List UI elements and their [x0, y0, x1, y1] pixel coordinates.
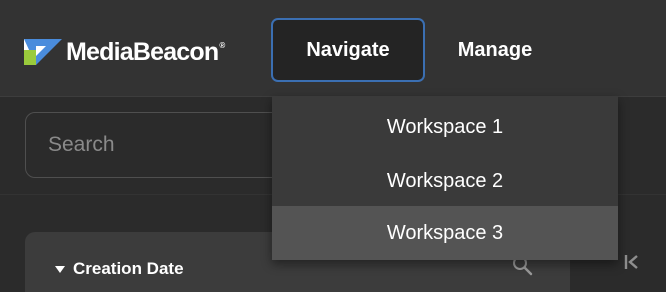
menu-item-workspace-3[interactable]: Workspace 3 [272, 206, 618, 260]
manage-button[interactable]: Manage [428, 18, 562, 82]
logo-text: MediaBeacon® [66, 37, 225, 66]
chevron-down-icon[interactable] [55, 265, 65, 273]
logo-mark-icon [24, 39, 62, 65]
mediabeacon-logo[interactable]: MediaBeacon® [24, 36, 225, 68]
facet-header[interactable]: Creation Date [55, 259, 184, 279]
registered-mark: ® [219, 40, 225, 50]
menu-item-workspace-1[interactable]: Workspace 1 [272, 100, 618, 154]
navigate-button[interactable]: Navigate [271, 18, 425, 82]
collapse-left-icon[interactable] [620, 248, 644, 276]
facet-title: Creation Date [73, 259, 184, 278]
menu-item-workspace-2[interactable]: Workspace 2 [272, 154, 618, 208]
navigate-dropdown-menu: Workspace 1 Workspace 2 Workspace 3 [272, 96, 618, 260]
